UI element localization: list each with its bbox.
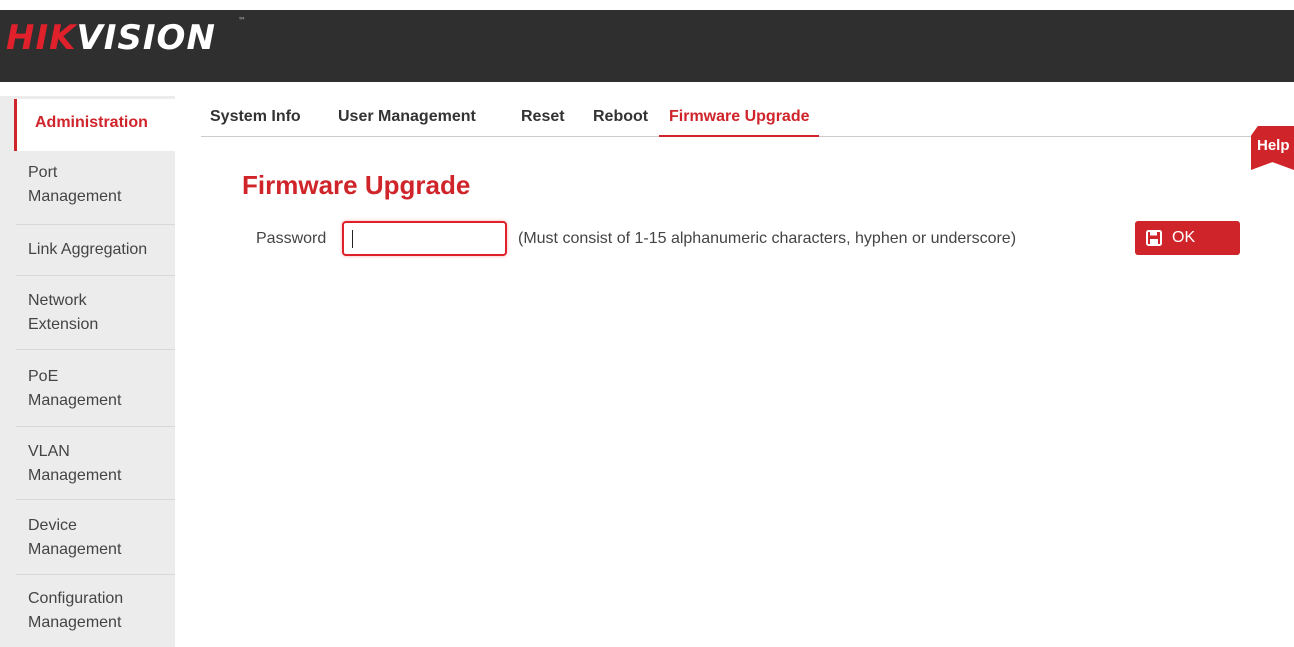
help-button[interactable]: Help [1251, 126, 1294, 170]
tab-firmware-upgrade[interactable]: Firmware Upgrade [659, 107, 820, 137]
page-title: Firmware Upgrade [242, 170, 471, 200]
password-label: Password [256, 230, 327, 247]
sidebar-item-vlan-management[interactable]: VLAN Management [16, 427, 175, 500]
sidebar-item-poe-management[interactable]: PoE Management [16, 350, 175, 427]
sidebar-item-port-management[interactable]: Port Management [16, 158, 175, 225]
tab-reset[interactable]: Reset [521, 107, 565, 135]
tab-system-info[interactable]: System Info [210, 107, 301, 135]
hikvision-logo: HIKVISION ™ [6, 16, 247, 58]
text-cursor [352, 230, 353, 248]
save-icon [1146, 230, 1162, 246]
header-bar: HIKVISION ™ [0, 10, 1294, 82]
sidebar-item-device-management[interactable]: Device Management [16, 500, 175, 575]
ok-button[interactable]: OK [1135, 221, 1240, 255]
top-strip [0, 0, 1294, 10]
password-input[interactable] [342, 221, 507, 256]
sidebar-item-configuration-management[interactable]: Configuration Management [16, 575, 175, 647]
sidebar-item-network-extension[interactable]: Network Extension [16, 276, 175, 350]
sidebar: Port Management Link Aggregation Network… [0, 96, 175, 647]
sidebar-item-administration[interactable]: Administration [14, 99, 182, 151]
tab-bar: System Info User Management Reset Reboot… [201, 100, 1294, 137]
password-hint: (Must consist of 1-15 alphanumeric chara… [518, 230, 1017, 247]
tab-user-management[interactable]: User Management [338, 107, 476, 135]
sidebar-item-link-aggregation[interactable]: Link Aggregation [16, 225, 175, 276]
tab-reboot[interactable]: Reboot [593, 107, 648, 135]
